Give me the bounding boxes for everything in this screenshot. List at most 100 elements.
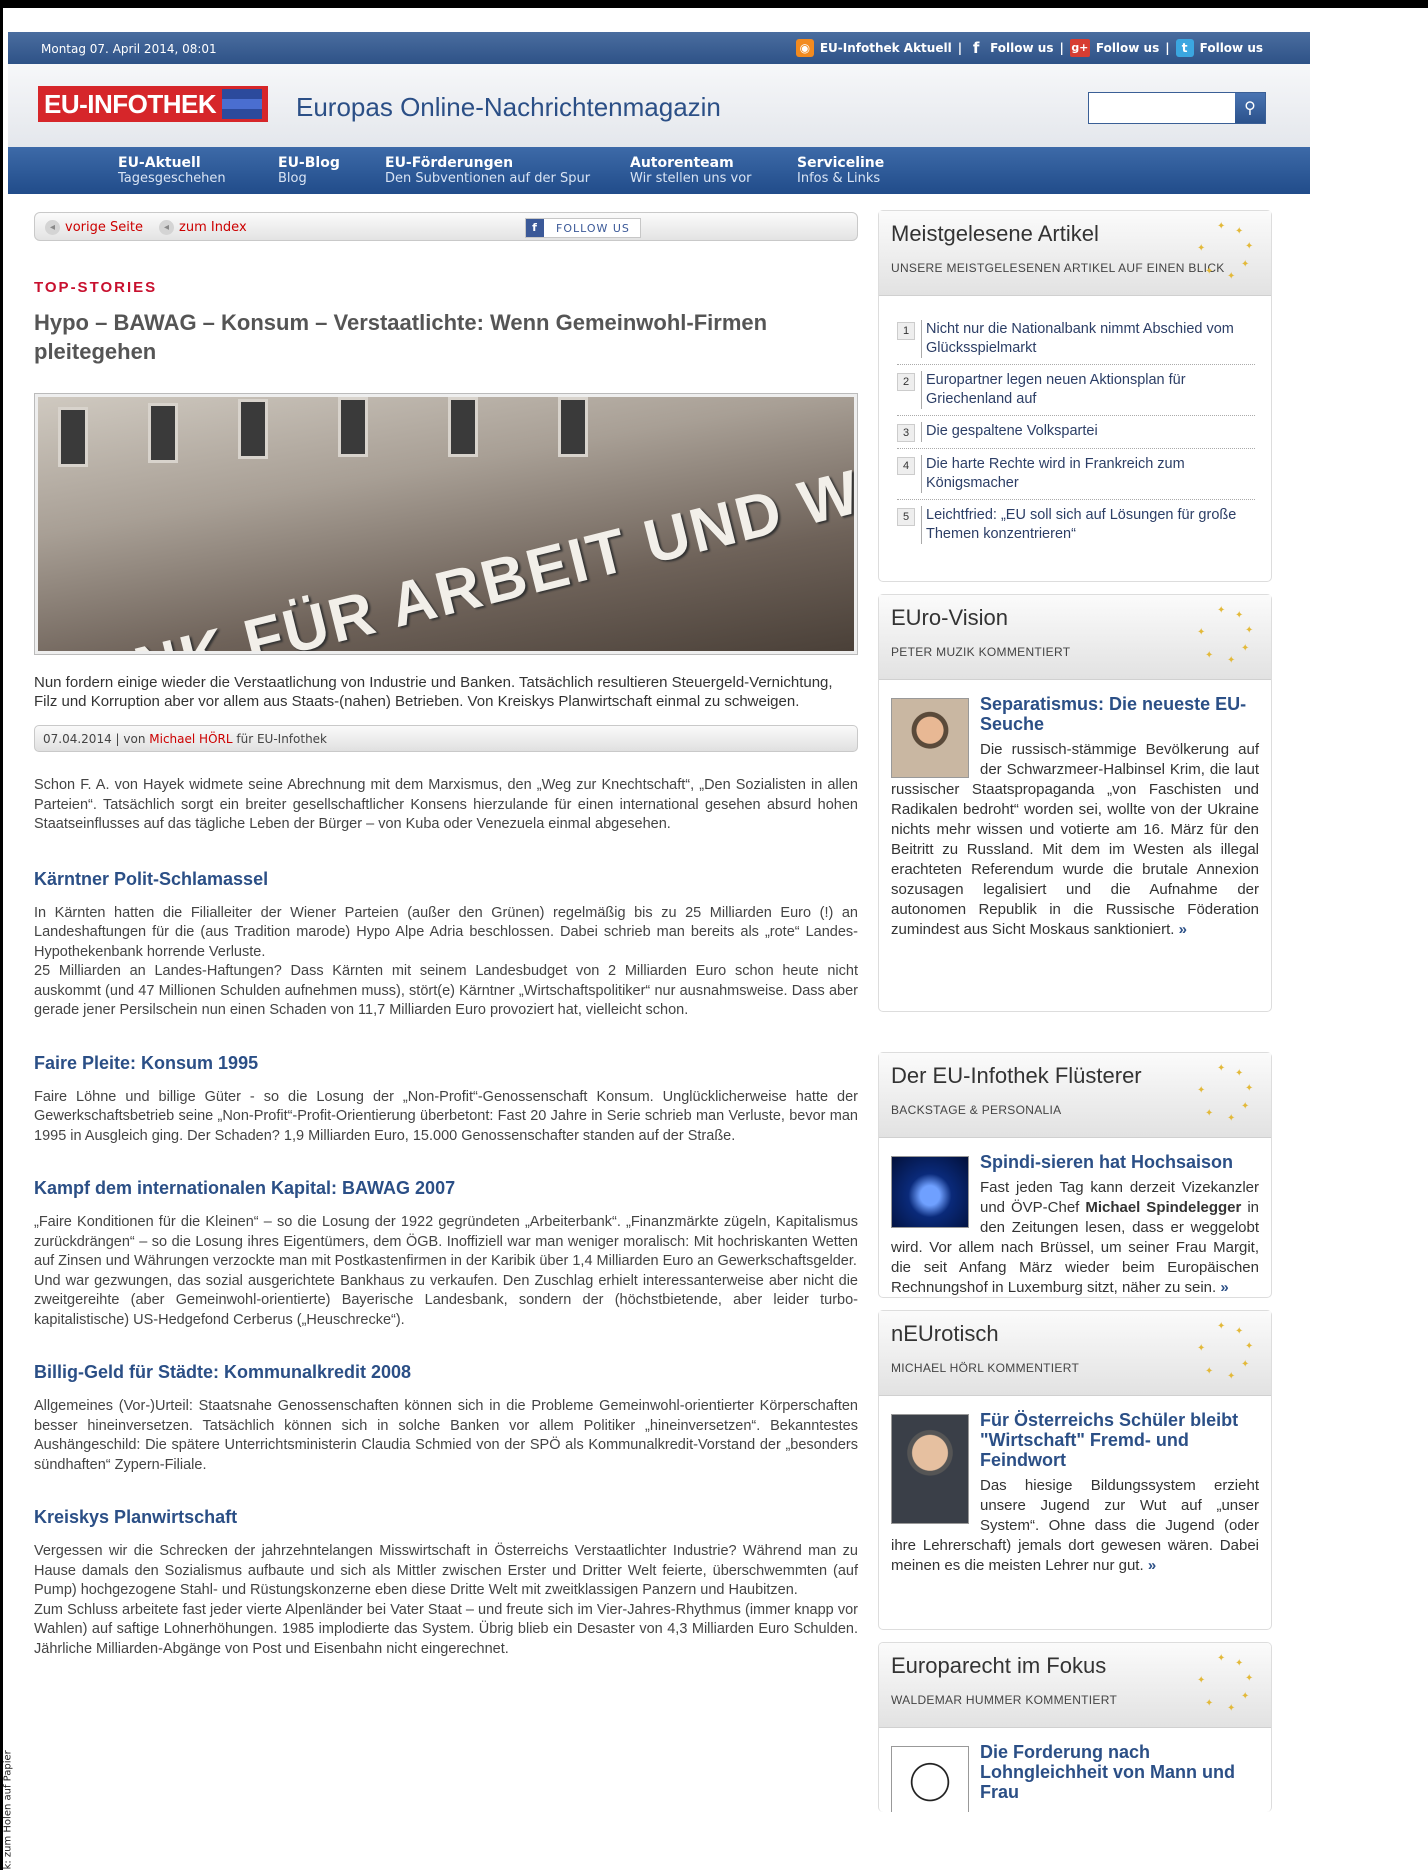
article-date: 07.04.2014 | von bbox=[43, 732, 146, 746]
list-item[interactable]: 3 Die gespaltene Volkspartei bbox=[897, 416, 1255, 449]
top-border bbox=[0, 0, 1428, 8]
box-header: EUro-Vision PETER MUZIK KOMMENTIERT ✦ ✦ ✦ ✦… bbox=[879, 595, 1271, 680]
left-border bbox=[0, 8, 3, 1870]
separator: | bbox=[1165, 41, 1170, 55]
separator: | bbox=[1059, 41, 1064, 55]
window bbox=[558, 397, 588, 457]
nav-title: Autorenteam bbox=[630, 155, 734, 171]
list-item-label: Europartner legen neuen Aktionsplan für … bbox=[921, 371, 1255, 409]
author-photo bbox=[891, 1414, 969, 1524]
nav-item-autorenteam[interactable]: Autorenteam Wir stellen uns vor bbox=[630, 155, 752, 187]
featured-commentary: Für Österreichs Schüler bleibt "Wirtscha… bbox=[879, 1396, 1271, 1586]
facebook-follow-link[interactable]: Follow us bbox=[990, 41, 1053, 55]
rank-badge: 1 bbox=[897, 322, 915, 340]
list-item[interactable]: 1 Nicht nur die Nationalbank nimmt Abschi… bbox=[897, 314, 1255, 365]
eu-stars-icon: ✦ ✦ ✦ ✦ ✦ ✦ ✦ bbox=[1197, 221, 1254, 282]
nav-subtitle: Den Subventionen auf der Spur bbox=[385, 171, 591, 186]
site-tagline: Europas Online-Nachrichtenmagazin bbox=[296, 92, 721, 122]
eu-stars-photo bbox=[891, 1156, 969, 1228]
social-links: ◉ EU-Infothek Aktuell | f Follow us | g+… bbox=[793, 39, 1266, 57]
article-image: BANK FÜR ARBEIT UND WIRTSCHAF bbox=[34, 393, 858, 655]
follow-label: FOLLOW US bbox=[556, 221, 630, 235]
article-title: Hypo – BAWAG – Konsum – Verstaatlichte: … bbox=[34, 310, 768, 364]
search-button[interactable]: ⚲ bbox=[1235, 93, 1265, 123]
list-item-label: Leichtfried: „EU soll sich auf Lösungen … bbox=[921, 506, 1255, 544]
eu-stars-icon: ✦ ✦ ✦ ✦ ✦ ✦ ✦ bbox=[1197, 1653, 1254, 1714]
edge-caption: … grafik: zum Holen auf Papier bbox=[2, 1750, 14, 1870]
search-icon: ⚲ bbox=[1244, 98, 1256, 117]
current-date: Montag 07. April 2014, 08:01 bbox=[41, 42, 217, 56]
article-body: Schon F. A. von Hayek widmete seine Abre… bbox=[34, 776, 858, 1659]
list-item[interactable]: 5 Leichtfried: „EU soll sich auf Lösungen… bbox=[897, 500, 1255, 550]
paragraph: „Faire Konditionen für die Kleinen“ – so… bbox=[34, 1214, 858, 1269]
prev-page-label: vorige Seite bbox=[65, 220, 143, 235]
read-more-link[interactable]: » bbox=[1179, 921, 1187, 938]
window bbox=[58, 407, 88, 467]
nav-item-eu-blog[interactable]: EU-Blog Blog bbox=[278, 156, 340, 187]
site-logo[interactable]: EU-INFOTHEK bbox=[38, 86, 268, 122]
top-bar: Montag 07. April 2014, 08:01 ◉ EU-Infoth… bbox=[8, 32, 1310, 64]
section-heading: Billig-Geld für Städte: Kommunalkredit 2… bbox=[34, 1362, 412, 1382]
euro-vision-box: EUro-Vision PETER MUZIK KOMMENTIERT ✦ ✦ ✦ ✦… bbox=[878, 594, 1272, 1012]
author-photo bbox=[891, 698, 969, 778]
window bbox=[148, 403, 178, 463]
facebook-icon[interactable]: f bbox=[968, 40, 984, 56]
site-header: EU-INFOTHEK Europas Online-Nachrichtenma… bbox=[8, 64, 1310, 147]
nav-item-serviceline[interactable]: Serviceline Infos & Links bbox=[797, 155, 885, 187]
section-heading: Faire Pleite: Konsum 1995 bbox=[34, 1052, 259, 1073]
twitter-icon[interactable]: t bbox=[1175, 39, 1194, 57]
window bbox=[238, 399, 268, 459]
rank-badge: 5 bbox=[897, 508, 915, 526]
eu-flag-icon bbox=[222, 89, 263, 119]
google-plus-icon[interactable]: g+ bbox=[1069, 39, 1090, 57]
article-lead: Nun fordern einige wieder die Verstaatli… bbox=[34, 674, 833, 710]
nav-subtitle: Wir stellen uns vor bbox=[630, 171, 752, 186]
nav-title: EU-Förderungen bbox=[385, 155, 514, 171]
twitter-follow-link[interactable]: Follow us bbox=[1200, 41, 1263, 55]
nav-subtitle: Infos & Links bbox=[797, 171, 881, 186]
prev-page-link[interactable]: ◂ vorige Seite bbox=[45, 220, 143, 235]
box-header: nEUrotisch MICHAEL HÖRL KOMMENTIERT ✦ ✦ ✦ ✦… bbox=[879, 1311, 1271, 1396]
list-item[interactable]: 4 Die harte Rechte wird in Frankreich zum… bbox=[897, 449, 1255, 500]
rank-badge: 4 bbox=[897, 457, 915, 475]
read-more-link[interactable]: » bbox=[1148, 1557, 1156, 1574]
index-arrow-icon: ◂ bbox=[159, 220, 174, 235]
search-input[interactable] bbox=[1093, 93, 1233, 121]
section-heading: Kärntner Polit-Schlamassel bbox=[34, 868, 269, 889]
logo-text: EU-INFOTHEK bbox=[44, 88, 217, 119]
author-link[interactable]: Michael HÖRL bbox=[149, 732, 232, 746]
paragraph: Allgemeines (Vor-)Urteil: Staatsnahe Gen… bbox=[34, 1398, 858, 1473]
featured-commentary: Spindi-sieren hat Hochsaison Fast jeden … bbox=[879, 1138, 1271, 1308]
box-header: Meistgelesene Artikel UNSERE MEISTGELESE… bbox=[879, 211, 1271, 296]
featured-commentary: Die Forderung nach Lohngleichheit von Ma… bbox=[879, 1728, 1271, 1812]
section-label: TOP-STORIES bbox=[34, 279, 158, 296]
paragraph: Faire Löhne und billige Güter - so die L… bbox=[34, 1088, 858, 1144]
facebook-follow-button[interactable]: f FOLLOW US bbox=[525, 218, 641, 238]
facebook-icon: f bbox=[526, 219, 544, 237]
search-box: ⚲ bbox=[1088, 92, 1266, 124]
rss-icon[interactable]: ◉ bbox=[795, 39, 814, 57]
article-source: für EU-Infothek bbox=[236, 732, 328, 746]
nav-title: Serviceline bbox=[797, 155, 885, 171]
main-nav: EU-Aktuell Tagesgeschehen EU-Blog Blog E… bbox=[8, 147, 1310, 194]
paragraph: Zum Schluss arbeitete fast jeder vierte … bbox=[34, 1601, 858, 1657]
nav-item-eu-foerderungen[interactable]: EU-Förderungen Den Subventionen auf der … bbox=[385, 155, 591, 187]
list-item-label: Die harte Rechte wird in Frankreich zum … bbox=[921, 455, 1255, 493]
list-item-label: Die gespaltene Volkspartei bbox=[921, 422, 1098, 442]
window bbox=[338, 397, 368, 457]
neurotisch-box: nEUrotisch MICHAEL HÖRL KOMMENTIERT ✦ ✦ ✦ ✦… bbox=[878, 1310, 1272, 1630]
breadcrumb-bar: ◂ vorige Seite ◂ zum Index f FOLLOW US bbox=[34, 212, 858, 241]
nav-subtitle: Tagesgeschehen bbox=[118, 171, 226, 186]
nav-title: EU-Aktuell bbox=[118, 155, 201, 171]
google-plus-follow-link[interactable]: Follow us bbox=[1096, 41, 1159, 55]
featured-commentary: Separatismus: Die neueste EU-Seuche Die … bbox=[879, 680, 1271, 950]
index-link[interactable]: ◂ zum Index bbox=[159, 220, 247, 235]
nav-item-eu-aktuell[interactable]: EU-Aktuell Tagesgeschehen bbox=[118, 155, 226, 187]
eu-stars-icon: ✦ ✦ ✦ ✦ ✦ ✦ ✦ bbox=[1197, 605, 1254, 666]
fluesterer-box: Der EU-Infothek Flüsterer BACKSTAGE & PE… bbox=[878, 1052, 1272, 1298]
list-item[interactable]: 2 Europartner legen neuen Aktionsplan für… bbox=[897, 365, 1255, 416]
nav-subtitle: Blog bbox=[278, 171, 307, 186]
eu-infothek-aktuell-link[interactable]: EU-Infothek Aktuell bbox=[820, 41, 952, 55]
read-more-link[interactable]: » bbox=[1220, 1279, 1228, 1296]
rank-badge: 2 bbox=[897, 373, 915, 391]
